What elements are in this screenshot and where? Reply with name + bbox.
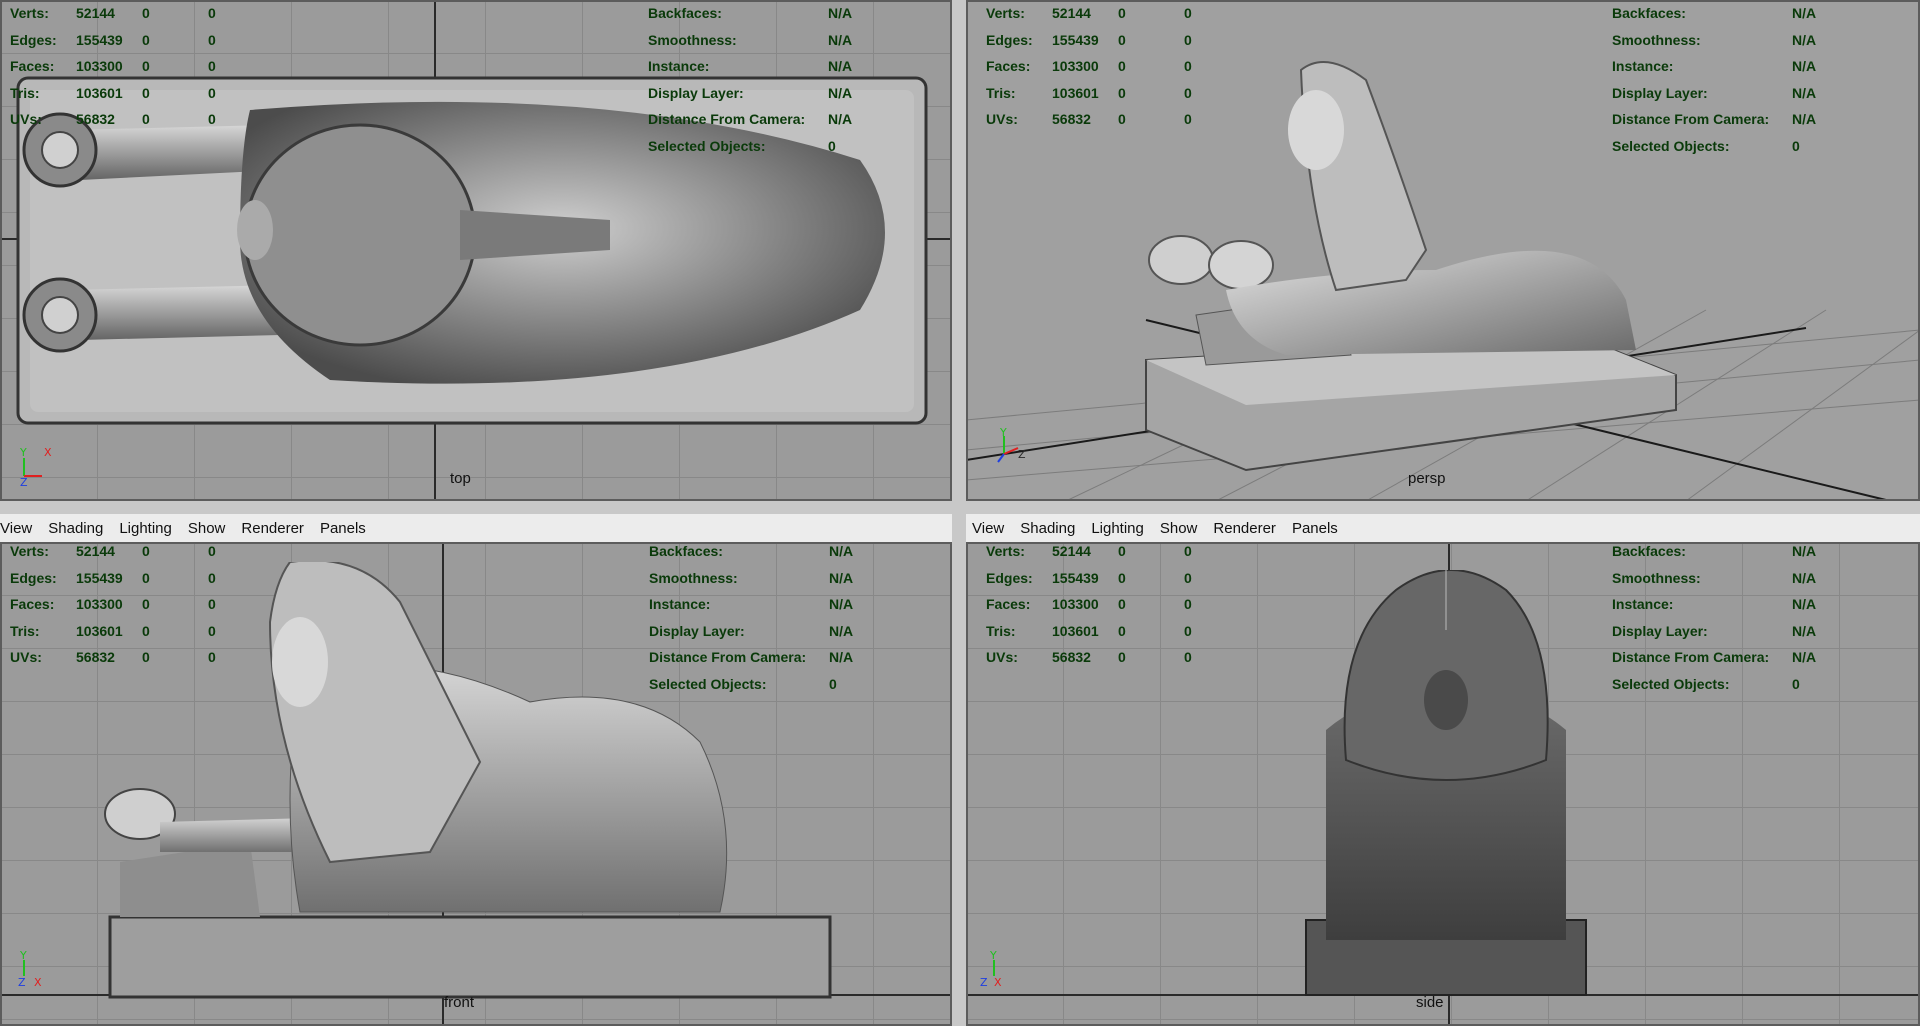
hud-row-distance: Distance From Camera: N/A [648, 111, 853, 127]
hud-row-instance: Instance: N/A [649, 596, 854, 612]
menu-view[interactable]: View [0, 520, 40, 537]
menu-renderer[interactable]: Renderer [1205, 520, 1284, 537]
camera-label-persp: persp [1408, 470, 1446, 487]
hud-row-verts: Verts: 52144 0 0 [986, 543, 1192, 559]
hud-row-instance: Instance: N/A [648, 58, 853, 74]
hud-row-selected: Selected Objects: 0 [649, 675, 837, 692]
hud-row-tris: Tris: 103601 0 0 [986, 622, 1192, 639]
hud-row-backfaces: Backfaces: N/A [1612, 543, 1817, 559]
hud-row-edges: Edges: 155439 0 0 [10, 31, 216, 48]
viewport-front[interactable]: Verts: 52144 0 0 Edges: 155439 0 0 Faces: 10330… [0, 542, 952, 1026]
menu-show[interactable]: Show [1152, 520, 1206, 537]
hud-row-selected: Selected Objects: 0 [1612, 137, 1800, 154]
menu-panels[interactable]: Panels [1284, 520, 1346, 537]
svg-text:Z: Z [980, 976, 988, 989]
svg-text:Y: Y [989, 950, 997, 962]
viewport-top[interactable]: Verts: 52144 0 0 Edges: 155439 0 0 Faces: 10330… [0, 0, 952, 501]
menu-view[interactable]: View [966, 520, 1012, 537]
axis-gizmo-front: Y Z X [18, 950, 42, 989]
hud-row-display-layer: Display Layer: N/A [649, 622, 854, 639]
hud-row-distance: Distance From Camera: N/A [649, 649, 854, 665]
svg-text:Z: Z [1018, 448, 1026, 461]
hud-row-edges: Edges: 155439 0 0 [986, 31, 1192, 48]
svg-text:Y: Y [19, 950, 27, 962]
hud-row-display-layer: Display Layer: N/A [1612, 84, 1817, 101]
hud-row-uvs: UVs: 56832 0 0 [10, 111, 216, 127]
axis-gizmo-side: Y Z X [980, 950, 1002, 989]
axis-gizmo-persp: Y Z [997, 428, 1026, 463]
hud-stats-side: Verts: 52144 0 0 Edges: 155439 0 0 Faces: 10330… [986, 542, 1224, 671]
menu-lighting[interactable]: Lighting [1083, 520, 1152, 537]
hud-row-smoothness: Smoothness: N/A [1612, 569, 1817, 586]
menu-shading[interactable]: Shading [1012, 520, 1083, 537]
svg-text:Y: Y [19, 446, 27, 459]
hud-row-edges: Edges: 155439 0 0 [986, 569, 1192, 586]
axis-gizmo-top: Y X Z [19, 446, 52, 486]
panel-menubar-front: View Shading Lighting Show Renderer Pane… [0, 514, 952, 544]
svg-text:Z: Z [18, 976, 26, 989]
hud-row-verts: Verts: 52144 0 0 [10, 543, 216, 559]
hud-stats-front: Verts: 52144 0 0 Edges: 155439 0 0 Faces: 10330… [10, 542, 248, 671]
hud-row-selected: Selected Objects: 0 [648, 137, 836, 154]
hud-info-front: Backfaces: N/A Smoothness: N/A Instance: N/… [649, 542, 869, 697]
hud-row-uvs: UVs: 56832 0 0 [986, 649, 1192, 665]
hud-row-distance: Distance From Camera: N/A [1612, 111, 1817, 127]
hud-row-verts: Verts: 52144 0 0 [10, 5, 216, 21]
hud-row-display-layer: Display Layer: N/A [648, 84, 853, 101]
hud-stats-persp: Verts: 52144 0 0 Edges: 155439 0 0 Faces: 10330… [986, 0, 1224, 133]
hud-row-uvs: UVs: 56832 0 0 [986, 111, 1192, 127]
hud-row-verts: Verts: 52144 0 0 [986, 5, 1192, 21]
hud-row-faces: Faces: 103300 0 0 [10, 58, 216, 74]
hud-info-top: Backfaces: N/A Smoothness: N/A Instance: N/… [648, 0, 868, 159]
viewport-persp[interactable]: Verts: 52144 0 0 Edges: 155439 0 0 Faces: 10330… [966, 0, 1920, 501]
hud-info-side: Backfaces: N/A Smoothness: N/A Instance: N/… [1612, 542, 1832, 697]
menu-renderer[interactable]: Renderer [233, 520, 312, 537]
hud-row-instance: Instance: N/A [1612, 596, 1817, 612]
hud-row-backfaces: Backfaces: N/A [648, 5, 853, 21]
hud-row-smoothness: Smoothness: N/A [649, 569, 854, 586]
hud-row-backfaces: Backfaces: N/A [1612, 5, 1817, 21]
sphinx-model-side[interactable] [1296, 570, 1616, 1000]
viewport-side[interactable]: Verts: 52144 0 0 Edges: 155439 0 0 Faces: 10330… [966, 542, 1920, 1026]
hud-row-faces: Faces: 103300 0 0 [10, 596, 216, 612]
menu-panels[interactable]: Panels [312, 520, 374, 537]
menu-lighting[interactable]: Lighting [111, 520, 180, 537]
hud-row-faces: Faces: 103300 0 0 [986, 58, 1192, 74]
svg-text:Y: Y [999, 428, 1007, 439]
menu-show[interactable]: Show [180, 520, 234, 537]
hud-row-tris: Tris: 103601 0 0 [986, 84, 1192, 101]
hud-row-display-layer: Display Layer: N/A [1612, 622, 1817, 639]
svg-text:X: X [994, 976, 1002, 989]
hud-row-smoothness: Smoothness: N/A [648, 31, 853, 48]
hud-row-faces: Faces: 103300 0 0 [986, 596, 1192, 612]
menu-shading[interactable]: Shading [40, 520, 111, 537]
hud-stats-top: Verts: 52144 0 0 Edges: 155439 0 0 Faces: 10330… [10, 0, 248, 133]
camera-label-top: top [450, 470, 471, 487]
hud-row-tris: Tris: 103601 0 0 [10, 84, 216, 101]
hud-row-backfaces: Backfaces: N/A [649, 543, 854, 559]
hud-row-tris: Tris: 103601 0 0 [10, 622, 216, 639]
camera-label-side: side [1416, 994, 1444, 1011]
svg-text:Z: Z [20, 476, 28, 486]
hud-row-uvs: UVs: 56832 0 0 [10, 649, 216, 665]
camera-label-front: front [444, 994, 475, 1011]
svg-text:X: X [34, 976, 42, 989]
hud-row-edges: Edges: 155439 0 0 [10, 569, 216, 586]
hud-row-instance: Instance: N/A [1612, 58, 1817, 74]
hud-row-distance: Distance From Camera: N/A [1612, 649, 1817, 665]
svg-text:X: X [44, 446, 52, 459]
panel-menubar-side: View Shading Lighting Show Renderer Pane… [966, 514, 1920, 544]
hud-info-persp: Backfaces: N/A Smoothness: N/A Instance: N/… [1612, 0, 1832, 159]
hud-row-smoothness: Smoothness: N/A [1612, 31, 1817, 48]
hud-row-selected: Selected Objects: 0 [1612, 675, 1800, 692]
